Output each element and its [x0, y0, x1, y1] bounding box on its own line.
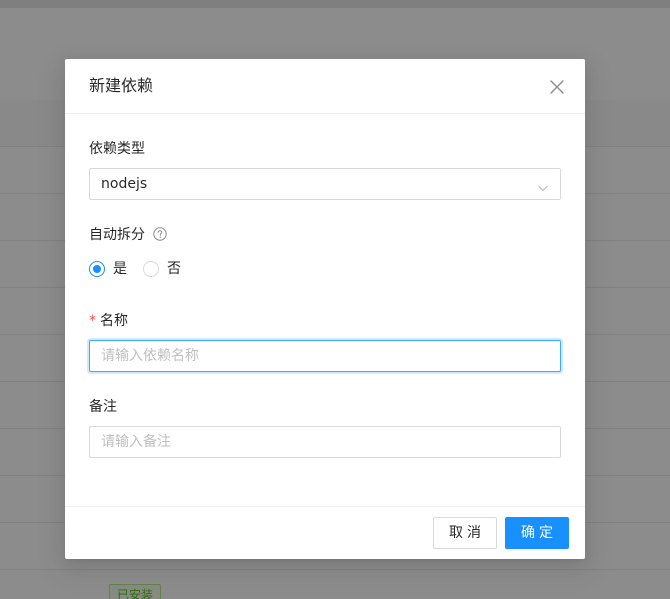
ok-button[interactable]: 确定 [505, 517, 569, 549]
cancel-button[interactable]: 取消 [433, 517, 497, 549]
dependency-type-label: 依赖类型 [89, 141, 145, 157]
dependency-type-value: nodejs [101, 176, 148, 192]
modal-header: 新建依赖 [65, 59, 585, 114]
close-icon[interactable] [547, 77, 567, 97]
radio-unchecked-icon [143, 261, 159, 277]
radio-checked-icon [89, 261, 105, 277]
remark-label: 备注 [89, 399, 117, 415]
modal-footer: 取消 确定 [65, 506, 585, 559]
required-mark: * [89, 313, 96, 329]
dependency-name-input[interactable] [89, 340, 561, 372]
auto-split-yes-label: 是 [113, 261, 127, 277]
dependency-type-select[interactable]: nodejs [89, 168, 561, 200]
auto-split-label: 自动拆分 [89, 227, 145, 243]
modal-title: 新建依赖 [89, 76, 154, 95]
auto-split-yes-radio[interactable]: 是 [89, 258, 133, 280]
chevron-down-icon [537, 179, 549, 192]
new-dependency-modal: 新建依赖 依赖类型 nodejs 自动拆分 是 否 * 名称 请输入依赖名称 备… [65, 59, 585, 559]
name-label: 名称 [100, 313, 128, 329]
auto-split-no-label: 否 [167, 261, 181, 277]
name-label-row: * 名称 [89, 310, 128, 332]
remark-input[interactable] [89, 426, 561, 458]
auto-split-label-row: 自动拆分 [89, 224, 168, 246]
auto-split-no-radio[interactable]: 否 [143, 258, 187, 280]
question-circle-icon[interactable] [153, 226, 168, 241]
